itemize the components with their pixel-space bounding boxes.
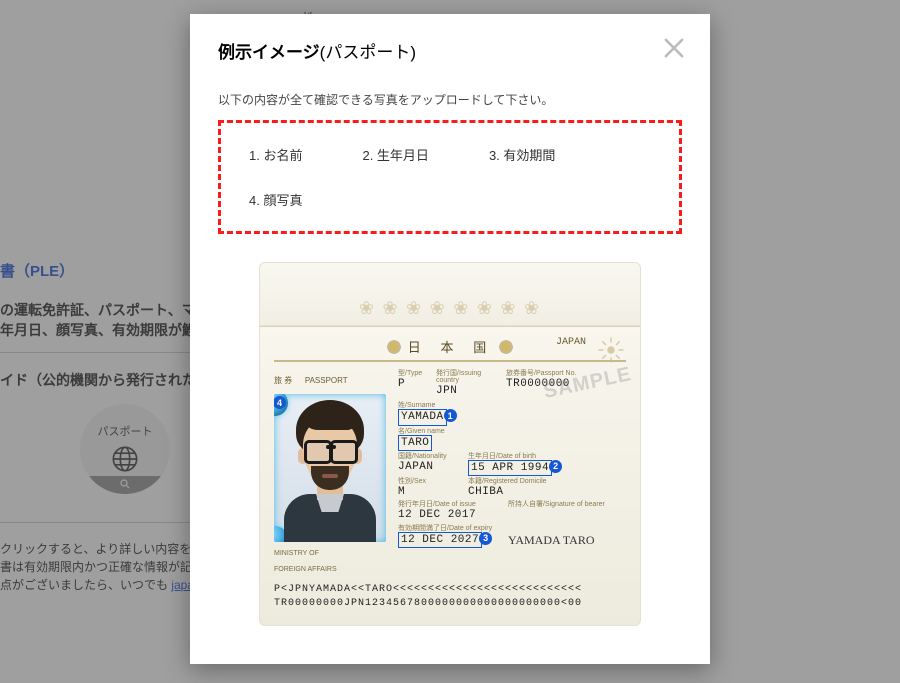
passport-top-pattern: ❀ ❀ ❀ ❀ ❀ ❀ ❀ ❀ [260,289,640,319]
req-item-4: 4. 顔写真 [249,193,302,208]
passport-top-page: ❀ ❀ ❀ ❀ ❀ ❀ ❀ ❀ [259,262,641,326]
pp-given-label: 名/Given name [398,428,626,435]
pp-sig-label: 所持人自署/Signature of bearer [508,501,626,508]
pp-registered: CHIBA [468,485,626,499]
mrz-block: P<JPNYAMADA<<TARO<<<<<<<<<<<<<<<<<<<<<<<… [274,583,626,611]
badge-2: 2 [549,460,562,473]
passport-header-japan: JAPAN [556,337,586,348]
pp-given-hl: TARO [398,435,432,451]
mrz-line1: P<JPNYAMADA<<TARO<<<<<<<<<<<<<<<<<<<<<<<… [274,583,626,597]
pp-dob: 15 APR 1994 [471,462,549,474]
pp-sex-label: 性別/Sex [398,478,458,485]
pp-dob-hl: 15 APR 1994 [468,460,552,476]
pp-given: TARO [401,437,429,449]
passport-photo: 4 [274,394,386,542]
pp-surname-label: 姓/Surname [398,402,626,409]
req-item-2: 2. 生年月日 [362,145,428,164]
passport-header-row: 日 本 国 JAPAN [274,337,626,362]
ministry-line2: FOREIGN AFFAIRS [274,566,386,574]
pp-sex: M [398,485,458,499]
required-fields-box: 1. お名前 2. 生年月日 3. 有効期間 4. 顔写真 [218,120,682,234]
chrysanthemum-large-icon [596,335,626,365]
pp-issue-label: 発行年月日/Date of issue [398,501,498,508]
modal-title: 例示イメージ(パスポート) [218,38,682,63]
modal-title-bold: 例示イメージ [218,43,320,62]
req-item-3: 3. 有効期間 [489,145,555,164]
badge-1: 1 [444,409,457,422]
pp-dob-label: 生年月日/Date of birth [468,453,626,460]
example-image-modal: 例示イメージ(パスポート) 以下の内容が全て確認できる写真をアップロードして下さ… [190,14,710,664]
passport-sample: ❀ ❀ ❀ ❀ ❀ ❀ ❀ ❀ 日 本 国 JAPAN SAMPLE 旅 券 P… [259,262,641,626]
pp-expiry: 12 DEC 2027 [401,534,479,546]
pp-passport-label: PASSPORT [305,376,348,385]
pp-surname-hl: YAMADA [398,409,447,425]
mrz-line2: TR00000000JPN123456780000000000000000000… [274,597,626,611]
pp-expiry-hl: 12 DEC 2027 [398,532,482,548]
req-item-1: 1. お名前 [249,145,302,164]
pp-expiry-label: 有効期間満了日/Date of expiry [398,525,498,532]
pp-nationality-label: 国籍/Nationality [398,453,458,460]
passport-header-kanji: 日 本 国 [408,337,493,356]
close-button[interactable] [660,34,688,62]
close-icon [660,34,688,62]
chrysanthemum-icon [498,339,514,355]
pp-surname: YAMADA [401,411,444,423]
pp-registered-label: 本籍/Registered Domicile [468,478,626,485]
modal-title-rest: (パスポート) [320,43,416,62]
pp-type-label: 型/Type [398,370,426,377]
passport-data-page: 日 本 国 JAPAN SAMPLE 旅 券 PASSPORT 4 [259,326,641,626]
pp-country-label: 発行国/Issuing country [436,370,496,384]
pp-issue: 12 DEC 2017 [398,508,498,522]
badge-3: 3 [479,532,492,545]
pp-nationality: JAPAN [398,460,458,474]
ministry-line1: MINISTRY OF [274,550,386,558]
modal-subtitle: 以下の内容が全て確認できる写真をアップロードして下さい。 [218,91,682,108]
chrysanthemum-icon [386,339,402,355]
passport-info: 型/Type P 発行国/Issuing country JPN 旅券番号/Pa… [398,370,626,573]
pp-signature: YAMADA TARO [508,533,626,548]
pp-country: JPN [436,384,496,398]
pp-travel-label: 旅 券 [274,376,292,385]
pp-type: P [398,377,426,391]
